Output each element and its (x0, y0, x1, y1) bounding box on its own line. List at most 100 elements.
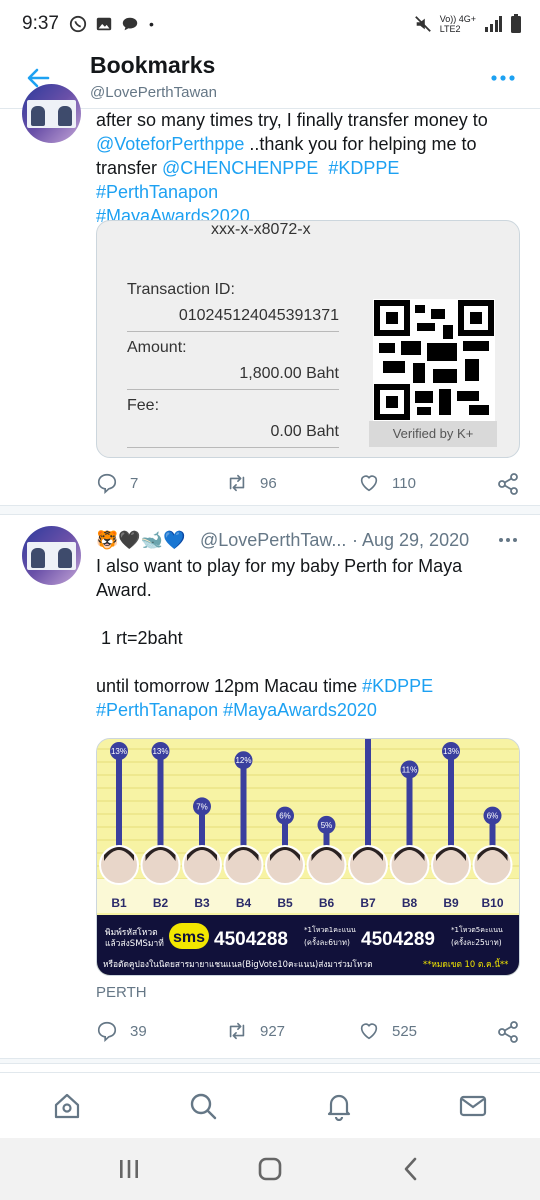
chart-tick-label: B9 (443, 896, 459, 910)
tweet-link[interactable]: #MayaAwards2020 (223, 700, 377, 720)
tweet-divider (0, 505, 540, 515)
sms-number-2: 4504289 (361, 929, 435, 950)
tweet-link[interactable]: #KDPPE (362, 676, 433, 696)
reply-icon (97, 473, 117, 494)
tweet-text-segment (399, 158, 404, 178)
reply-button[interactable]: 39 (96, 1020, 147, 1042)
tweet-date[interactable]: · Aug 29, 2020 (352, 530, 469, 551)
like-count: 110 (392, 474, 416, 492)
tweet-actions: 7 96 110 (96, 472, 526, 500)
messages-icon[interactable] (458, 1091, 488, 1121)
tweet-link[interactable]: @CHENCHENPPE (162, 158, 318, 178)
like-count: 525 (392, 1022, 418, 1040)
tweet-actions: 39 927 525 (96, 1020, 526, 1048)
share-icon[interactable] (496, 472, 520, 496)
tweet-text: after so many times try, I finally trans… (96, 108, 526, 228)
retweet-count: 927 (260, 1022, 286, 1040)
tweet-link[interactable]: #PerthTanapon (96, 182, 218, 202)
chart-data-label: 6% (487, 812, 499, 821)
tweet-link[interactable]: @VoteforPerthppe (96, 134, 244, 154)
chart-portrait (223, 845, 264, 885)
transaction-label: Transaction ID: (127, 281, 235, 298)
heart-icon (360, 1023, 378, 1040)
heart-icon (360, 475, 378, 492)
display-name-emojis: 🐯🖤🐋💙 (96, 530, 186, 550)
chart-portrait (140, 845, 181, 885)
sms-label: sms (173, 929, 205, 946)
reply-count: 7 (130, 474, 139, 492)
sms-number-2-note: *1โหวต5คะแนน (451, 925, 503, 934)
chart-tick-label: B6 (319, 896, 335, 910)
avatar[interactable] (22, 526, 81, 585)
tweet-meta: 🐯🖤🐋💙 @LovePerthTaw... · Aug 29, 2020 (96, 530, 526, 554)
qr-code-icon (373, 299, 495, 421)
like-button[interactable]: 525 (358, 1020, 417, 1042)
avatar[interactable] (22, 84, 81, 143)
chart-portrait (389, 845, 430, 885)
recents-icon[interactable] (116, 1156, 142, 1182)
retweet-button[interactable]: 927 (226, 1020, 285, 1042)
chart-portrait (472, 845, 513, 885)
notifications-icon[interactable] (324, 1091, 354, 1121)
chart-portrait (265, 845, 305, 885)
amount-label: Amount: (127, 339, 187, 356)
sms-number-1-note: *1โหวต1คะแนน (304, 925, 356, 934)
chart-portrait (99, 845, 139, 885)
back-icon[interactable] (398, 1156, 424, 1182)
chart-portrait (431, 845, 471, 885)
vote-deadline: **หมดเขต 10 ต.ค.นี้** (423, 958, 508, 969)
system-navigation-bar (0, 1138, 540, 1200)
tweet-text-segment (318, 158, 328, 178)
sms-number-1: 4504288 (214, 929, 288, 950)
chart-tick-label: B10 (481, 896, 503, 910)
reply-icon (97, 1021, 117, 1042)
chart-tick-label: B1 (111, 896, 127, 910)
fee-value: 0.00 Baht (270, 423, 340, 440)
chart-portrait (182, 845, 222, 885)
chart-tick-label: B5 (277, 896, 293, 910)
share-icon[interactable] (496, 1020, 520, 1044)
search-icon[interactable] (188, 1091, 218, 1121)
receipt-image[interactable]: xxx-x-x8072-x Transaction ID: 0102451240… (96, 220, 520, 458)
sms-instruction-2: แล้วส่งSMSมาที่ (105, 937, 164, 949)
chart-data-label: 13% (152, 747, 168, 756)
home-icon[interactable] (52, 1091, 82, 1121)
retweet-button[interactable]: 96 (226, 472, 277, 494)
receipt-account: xxx-x-x8072-x (211, 221, 311, 238)
like-button[interactable]: 110 (358, 472, 416, 494)
verified-badge: Verified by K+ (369, 421, 497, 447)
tweet-author-handle[interactable]: @LovePerthTaw... (200, 530, 346, 551)
retweet-icon (229, 1022, 245, 1040)
tweet-more-icon[interactable] (498, 536, 518, 544)
chart-data-label: 6% (279, 812, 291, 821)
retweet-count: 96 (260, 474, 277, 492)
sms-number-2-price: (ครั้งละ25บาท) (451, 937, 502, 947)
amount-value: 1,800.00 Baht (239, 365, 339, 382)
reply-button[interactable]: 7 (96, 472, 138, 494)
tweet-divider (0, 1058, 540, 1064)
tweet-text-segment: I also want to play for my baby Perth fo… (96, 556, 463, 696)
fee-label: Fee: (127, 397, 160, 414)
tweet-text-segment: after so many times try, I finally trans… (96, 110, 488, 130)
chart-tick-label: B8 (402, 896, 418, 910)
chart-tick-label: B7 (360, 896, 376, 910)
chart-data-label: 13% (443, 747, 459, 756)
tweet-1[interactable]: after so many times try, I finally trans… (0, 0, 540, 512)
chart-tick-label: B2 (153, 896, 169, 910)
chart-data-label: 7% (196, 802, 208, 811)
chart-portrait (306, 845, 347, 885)
tweet-link[interactable]: #KDPPE (328, 158, 399, 178)
tweet-link[interactable]: #PerthTanapon (96, 700, 218, 720)
vote-chart-image[interactable]: 13% B1 13% B2 7% B3 12% B4 6% B5 5% B6 B7 11% B8 13% B9 6… (96, 738, 520, 976)
sms-number-1-price: (ครั้งละ6บาท) (304, 937, 350, 947)
chart-data-label: 5% (321, 821, 333, 830)
coupon-instruction: หรือตัดคูปองในนิตยสารมายาแชนแนล(BigVote1… (103, 959, 373, 970)
chart-data-label: 13% (111, 747, 127, 756)
bottom-navigation (0, 1072, 540, 1138)
vote-chart: 13% B1 13% B2 7% B3 12% B4 6% B5 5% B6 B7 11% B8 13% B9 6… (97, 739, 519, 975)
chart-portrait (348, 845, 388, 885)
home-button-icon[interactable] (257, 1156, 283, 1182)
chart-data-label: 11% (402, 765, 417, 774)
chart-data-label: 12% (235, 756, 251, 765)
transaction-id: 010245124045391371 (178, 307, 339, 324)
